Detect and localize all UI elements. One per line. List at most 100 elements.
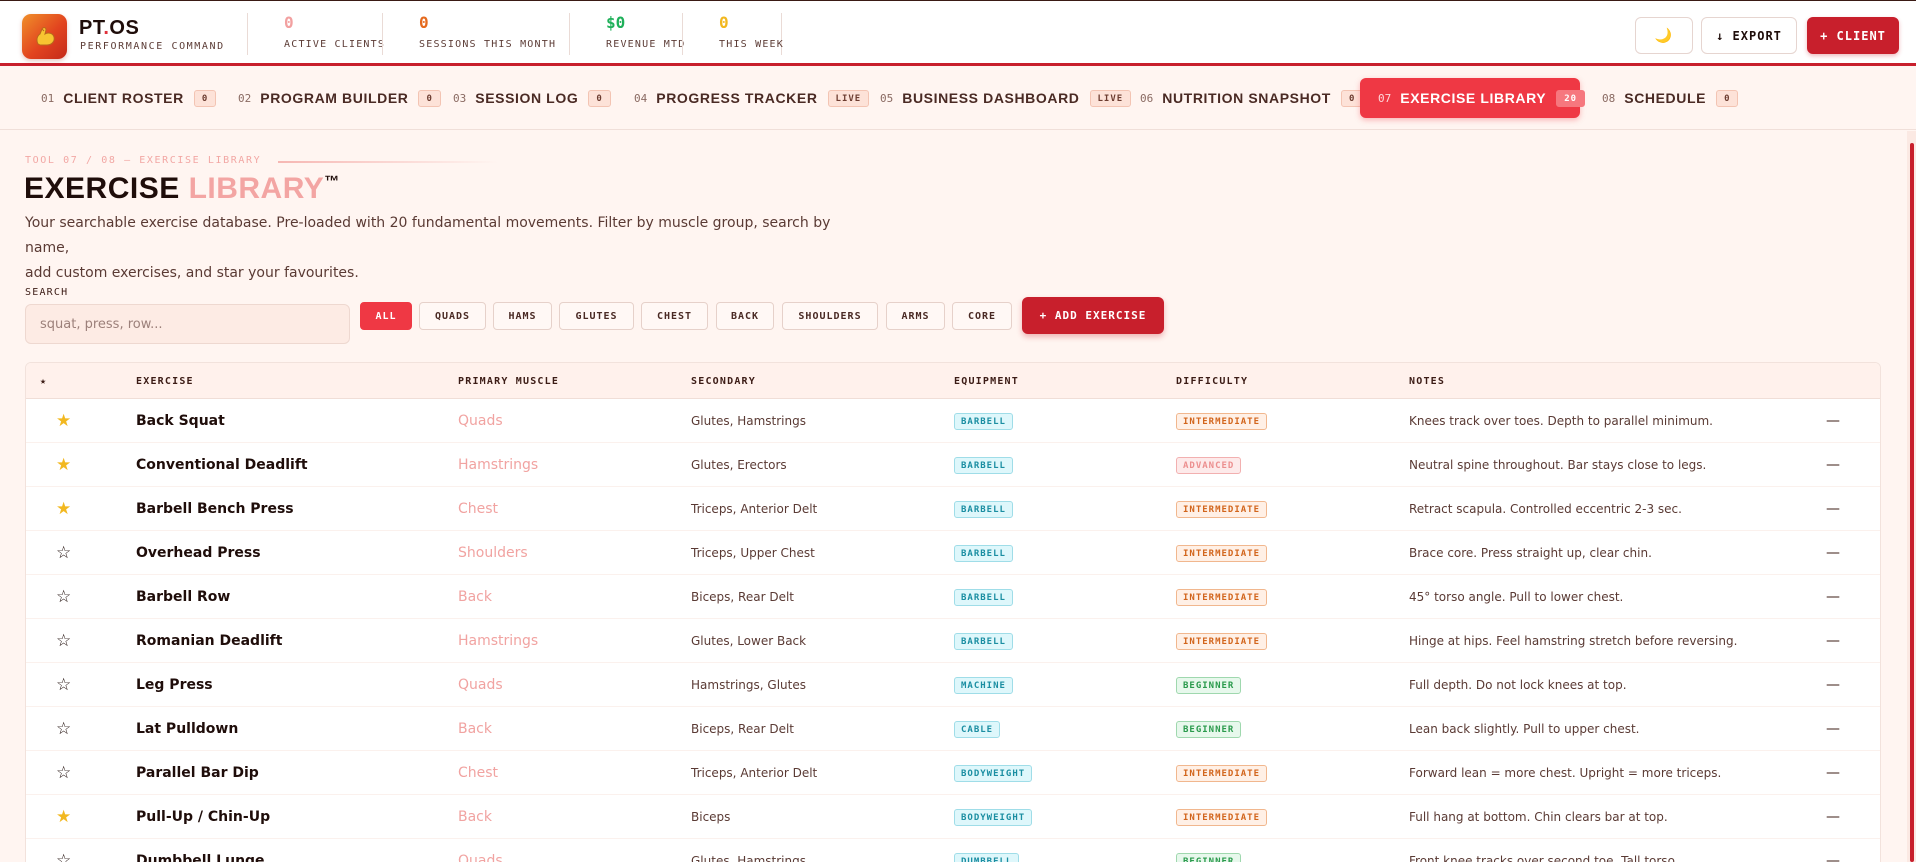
exercise-name: Dumbbell Lunge bbox=[136, 853, 265, 862]
filter-all[interactable]: ALL bbox=[360, 302, 412, 330]
equipment-badge: CABLE bbox=[954, 720, 1001, 738]
table-row[interactable]: ☆ Lat Pulldown Back Biceps, Rear Delt CABLE B… bbox=[26, 707, 1880, 751]
stat-label: REVENUE MTD bbox=[606, 39, 686, 50]
row-action-button[interactable]: — bbox=[1826, 853, 1840, 862]
difficulty-badge: INTERMEDIATE bbox=[1176, 632, 1268, 650]
favourite-star-icon[interactable]: ★ bbox=[56, 807, 71, 827]
exercise-notes: 45° torso angle. Pull to lower chest. bbox=[1409, 590, 1624, 604]
favourite-star-icon[interactable]: ☆ bbox=[56, 763, 71, 783]
secondary-muscles: Glutes, Erectors bbox=[691, 458, 787, 472]
page-eyebrow: TOOL 07 / 08 — EXERCISE LIBRARY bbox=[25, 155, 262, 166]
row-action-button[interactable]: — bbox=[1826, 501, 1840, 517]
filter-hams[interactable]: HAMS bbox=[493, 302, 552, 330]
theme-toggle-button[interactable]: 🌙 bbox=[1635, 17, 1693, 54]
favourite-star-icon[interactable]: ☆ bbox=[56, 851, 71, 862]
tab-schedule[interactable]: 08 SCHEDULE 0 bbox=[1584, 78, 1756, 118]
stat-label: SESSIONS THIS MONTH bbox=[419, 39, 557, 50]
exercise-notes: Forward lean = more chest. Upright = mor… bbox=[1409, 766, 1722, 780]
search-input[interactable] bbox=[25, 304, 350, 344]
moon-icon: 🌙 bbox=[1654, 27, 1674, 44]
primary-muscle: Quads bbox=[458, 853, 503, 862]
row-action-button[interactable]: — bbox=[1826, 677, 1840, 693]
row-action-button[interactable]: — bbox=[1826, 809, 1840, 825]
table-row[interactable]: ☆ Parallel Bar Dip Chest Triceps, Anterior … bbox=[26, 751, 1880, 795]
exercise-notes: Neutral spine throughout. Bar stays clos… bbox=[1409, 458, 1707, 472]
exercise-notes: Brace core. Press straight up, clear chi… bbox=[1409, 546, 1652, 560]
exercise-name: Lat Pulldown bbox=[136, 721, 239, 737]
app-logo[interactable] bbox=[22, 14, 67, 59]
exercise-notes: Lean back slightly. Pull to upper chest. bbox=[1409, 722, 1640, 736]
table-row[interactable]: ☆ Leg Press Quads Hamstrings, Glutes MACHINE… bbox=[26, 663, 1880, 707]
export-button[interactable]: ↓ EXPORT bbox=[1701, 17, 1797, 54]
table-row[interactable]: ☆ Romanian Deadlift Hamstrings Glutes, Lowe… bbox=[26, 619, 1880, 663]
column-equipment[interactable]: EQUIPMENT bbox=[954, 376, 1019, 387]
primary-muscle: Quads bbox=[458, 413, 503, 429]
brand-name: PT.OS bbox=[79, 17, 140, 39]
table-row[interactable]: ★ Back Squat Quads Glutes, Hamstrings BARBEL… bbox=[26, 399, 1880, 443]
favourite-star-icon[interactable]: ☆ bbox=[56, 631, 71, 651]
difficulty-badge: INTERMEDIATE bbox=[1176, 808, 1268, 826]
tab-session-log[interactable]: 03 SESSION LOG 0 bbox=[435, 78, 629, 118]
primary-muscle: Back bbox=[458, 809, 492, 825]
favourite-star-icon[interactable]: ☆ bbox=[56, 543, 71, 563]
tab-client-roster[interactable]: 01 CLIENT ROSTER 0 bbox=[23, 78, 234, 118]
row-action-button[interactable]: — bbox=[1826, 413, 1840, 429]
equipment-badge: BARBELL bbox=[954, 632, 1013, 650]
column-notes[interactable]: NOTES bbox=[1409, 376, 1445, 387]
tab-number: 08 bbox=[1602, 91, 1616, 105]
primary-muscle: Chest bbox=[458, 765, 499, 781]
row-action-button[interactable]: — bbox=[1826, 457, 1840, 473]
favourite-star-icon[interactable]: ★ bbox=[56, 455, 71, 475]
search-label: SEARCH bbox=[25, 287, 69, 298]
filter-arms[interactable]: ARMS bbox=[886, 302, 945, 330]
tab-program-builder[interactable]: 02 PROGRAM BUILDER 0 bbox=[220, 78, 459, 118]
row-action-button[interactable]: — bbox=[1826, 545, 1840, 561]
row-action-button[interactable]: — bbox=[1826, 765, 1840, 781]
tab-label: NUTRITION SNAPSHOT bbox=[1162, 90, 1331, 106]
table-row[interactable]: ☆ Barbell Row Back Biceps, Rear Delt BARBELL… bbox=[26, 575, 1880, 619]
tab-label: EXERCISE LIBRARY bbox=[1400, 90, 1547, 106]
secondary-muscles: Glutes, Hamstrings bbox=[691, 414, 806, 428]
column-difficulty[interactable]: DIFFICULTY bbox=[1176, 376, 1248, 387]
filter-glutes[interactable]: GLUTES bbox=[559, 302, 634, 330]
row-action-button[interactable]: — bbox=[1826, 589, 1840, 605]
add-client-button[interactable]: + CLIENT bbox=[1807, 17, 1899, 54]
favourite-star-icon[interactable]: ★ bbox=[56, 411, 71, 431]
tab-progress-tracker[interactable]: 04 PROGRESS TRACKER LIVE bbox=[616, 78, 887, 118]
tab-nutrition-snapshot[interactable]: 06 NUTRITION SNAPSHOT 0 bbox=[1122, 78, 1381, 118]
tab-exercise-library[interactable]: 07 EXERCISE LIBRARY 20 bbox=[1360, 78, 1586, 118]
add-exercise-button[interactable]: + ADD EXERCISE bbox=[1022, 297, 1164, 334]
filter-back[interactable]: BACK bbox=[716, 302, 774, 330]
table-row[interactable]: ★ Conventional Deadlift Hamstrings Glutes, … bbox=[26, 443, 1880, 487]
column-star[interactable]: ★ bbox=[40, 376, 47, 387]
favourite-star-icon[interactable]: ☆ bbox=[56, 675, 71, 695]
tab-business-dashboard[interactable]: 05 BUSINESS DASHBOARD LIVE bbox=[862, 78, 1149, 118]
filter-chest[interactable]: CHEST bbox=[641, 302, 708, 330]
primary-muscle: Back bbox=[458, 721, 492, 737]
secondary-muscles: Glutes, Hamstrings bbox=[691, 854, 806, 862]
exercise-notes: Full depth. Do not lock knees at top. bbox=[1409, 678, 1627, 692]
table-row[interactable]: ★ Barbell Bench Press Chest Triceps, Anteri… bbox=[26, 487, 1880, 531]
column-secondary[interactable]: SECONDARY bbox=[691, 376, 756, 387]
favourite-star-icon[interactable]: ☆ bbox=[56, 587, 71, 607]
secondary-muscles: Hamstrings, Glutes bbox=[691, 678, 806, 692]
favourite-star-icon[interactable]: ☆ bbox=[56, 719, 71, 739]
exercise-name: Romanian Deadlift bbox=[136, 633, 283, 649]
exercise-notes: Retract scapula. Controlled eccentric 2-… bbox=[1409, 502, 1682, 516]
table-row[interactable]: ★ Pull-Up / Chin-Up Back Biceps BODYWEIGHT IN… bbox=[26, 795, 1880, 839]
favourite-star-icon[interactable]: ★ bbox=[56, 499, 71, 519]
column-primary-muscle[interactable]: PRIMARY MUSCLE bbox=[458, 376, 559, 387]
secondary-muscles: Biceps, Rear Delt bbox=[691, 590, 794, 604]
table-row[interactable]: ☆ Dumbbell Lunge Quads Glutes, Hamstrings DU… bbox=[26, 839, 1880, 862]
scrollbar-thumb[interactable] bbox=[1910, 143, 1914, 862]
exercise-name: Conventional Deadlift bbox=[136, 457, 308, 473]
table-row[interactable]: ☆ Overhead Press Shoulders Triceps, Upper C… bbox=[26, 531, 1880, 575]
stat-label: THIS WEEK bbox=[719, 39, 784, 50]
row-action-button[interactable]: — bbox=[1826, 633, 1840, 649]
tab-label: PROGRAM BUILDER bbox=[260, 90, 409, 106]
filter-shoulders[interactable]: SHOULDERS bbox=[782, 302, 878, 330]
filter-core[interactable]: CORE bbox=[952, 302, 1012, 330]
column-exercise[interactable]: EXERCISE bbox=[136, 376, 194, 387]
row-action-button[interactable]: — bbox=[1826, 721, 1840, 737]
filter-quads[interactable]: QUADS bbox=[419, 302, 486, 330]
